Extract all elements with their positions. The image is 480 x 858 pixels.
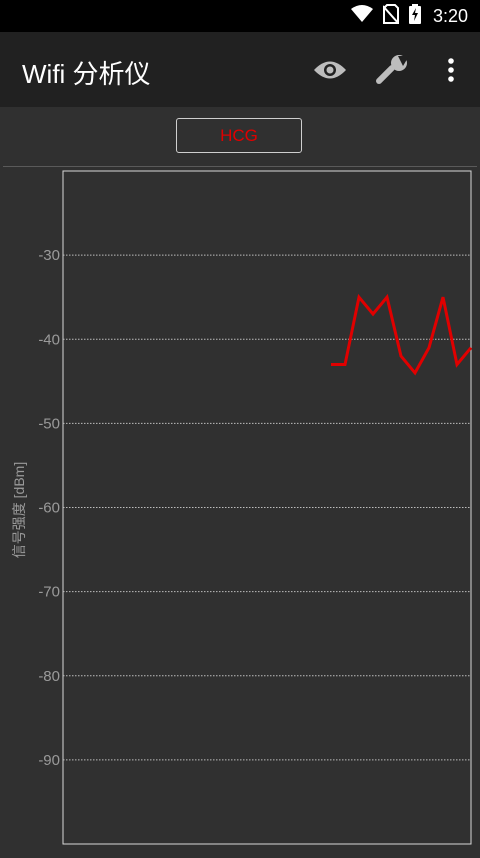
signal-strength-chart: -30 -40 -50 -60 -70 -80 -90	[0, 167, 480, 853]
status-time: 3:20	[432, 5, 468, 26]
y-tick-label: -40	[38, 331, 60, 348]
y-axis-title: 信号强度 [dBm]	[11, 461, 27, 559]
wrench-icon[interactable]	[376, 54, 410, 86]
eye-icon[interactable]	[313, 54, 347, 86]
y-tick-label: -90	[38, 752, 60, 769]
y-tick-label: -60	[38, 500, 60, 517]
battery-charging-icon	[408, 3, 421, 29]
filter-row: HCG	[0, 107, 480, 167]
app-title: Wifi 分析仪	[22, 59, 151, 89]
no-sim-icon	[382, 3, 400, 29]
y-tick-label: -70	[38, 584, 60, 601]
y-tick-label: -80	[38, 668, 60, 685]
status-icons: 3:20	[350, 0, 468, 32]
app-toolbar: Wifi 分析仪	[0, 32, 480, 107]
chart-svg: -30 -40 -50 -60 -70 -80 -90	[38, 170, 473, 845]
y-tick-label: -50	[38, 415, 60, 432]
wifi-signal-icon	[350, 4, 373, 28]
y-tick-label: -30	[38, 247, 60, 264]
more-vert-icon[interactable]	[434, 54, 468, 86]
status-bar: 3:20	[0, 0, 480, 32]
ssid-filter-button[interactable]: HCG	[176, 118, 302, 153]
series-line-hcg	[331, 293, 473, 376]
